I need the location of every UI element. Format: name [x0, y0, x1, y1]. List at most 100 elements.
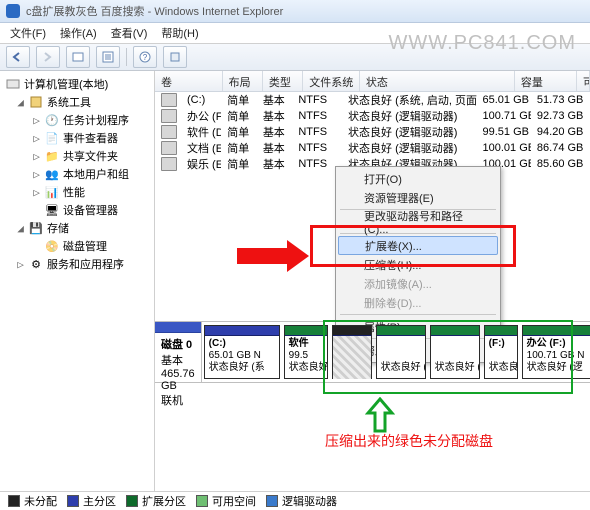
col-type[interactable]: 类型 — [263, 71, 303, 91]
col-status[interactable]: 状态 — [360, 71, 515, 91]
cell: 100.01 GB — [477, 142, 531, 154]
tree-scheduler[interactable]: ▷🕐任务计划程序 — [2, 111, 152, 129]
disk-label[interactable]: 磁盘 0 基本 465.76 GB 联机 — [155, 322, 202, 382]
cell: 92.73 GB — [531, 110, 590, 122]
help-button[interactable]: ? — [133, 46, 157, 68]
settings-button[interactable] — [163, 46, 187, 68]
cell: 简单 — [221, 156, 257, 172]
ctx-sep — [340, 314, 496, 315]
ctx-shrink[interactable]: 压缩卷(H)... — [338, 255, 498, 274]
main-pane: 卷 布局 类型 文件系统 状态 容量 可用空间 (C:)简单基本NTFS状态良好… — [155, 71, 590, 495]
col-capacity[interactable]: 容量 — [515, 71, 577, 91]
tree-services[interactable]: ▷⚙服务和应用程序 — [2, 255, 152, 273]
legend: 未分配 主分区 扩展分区 可用空间 逻辑驱动器 — [0, 491, 590, 510]
table-row[interactable]: 办公 (F:)简单基本NTFS状态良好 (逻辑驱动器)100.71 GB92.7… — [155, 108, 590, 124]
forward-button[interactable] — [36, 46, 60, 68]
volume-icon — [161, 157, 177, 171]
ctx-explore[interactable]: 资源管理器(E) — [338, 188, 498, 207]
properties-button[interactable] — [66, 46, 90, 68]
partition-f1[interactable]: (F:)状态良好 (逻 — [484, 325, 518, 379]
cell: 100.71 GB — [477, 110, 531, 122]
tree-perf[interactable]: ▷📊性能 — [2, 183, 152, 201]
tree-diskmgmt[interactable]: 📀磁盘管理 — [2, 237, 152, 255]
cell: 基本 — [257, 156, 293, 172]
partition-f2[interactable]: 办公 (F:)100.71 GB N状态良好 (逻 — [522, 325, 590, 379]
cell: 状态良好 (逻辑驱动器) — [342, 124, 476, 140]
cell: 基本 — [257, 108, 293, 124]
menu-action[interactable]: 操作(A) — [60, 25, 97, 41]
cell: 94.20 GB — [531, 126, 590, 138]
annotation-red-arrow — [235, 236, 315, 276]
cell: 86.74 GB — [531, 142, 590, 154]
cell: 简单 — [221, 140, 257, 156]
cell: 简单 — [221, 92, 257, 108]
volume-grid-header: 卷 布局 类型 文件系统 状态 容量 可用空间 — [155, 71, 590, 92]
tree-shares[interactable]: ▷📁共享文件夹 — [2, 147, 152, 165]
disk-row[interactable]: 磁盘 0 基本 465.76 GB 联机 (C:)65.01 GB N状态良好 … — [155, 321, 590, 383]
nav-tree[interactable]: 计算机管理(本地) ◢系统工具 ▷🕐任务计划程序 ▷📄事件查看器 ▷📁共享文件夹… — [0, 71, 155, 495]
tree-root[interactable]: 计算机管理(本地) — [2, 75, 152, 93]
tree-storage[interactable]: ◢💾存储 — [2, 219, 152, 237]
col-fs[interactable]: 文件系统 — [303, 71, 360, 91]
cell: 简单 — [221, 108, 257, 124]
menu-file[interactable]: 文件(F) — [10, 25, 46, 41]
volume-list[interactable]: (C:)简单基本NTFS状态良好 (系统, 启动, 页面文件, 活动, 主分区)… — [155, 92, 590, 172]
cell: 99.51 GB — [477, 126, 531, 138]
tree-systools[interactable]: ◢系统工具 — [2, 93, 152, 111]
ctx-change-letter[interactable]: 更改驱动器号和路径(C)... — [338, 212, 498, 231]
tree-eventviewer[interactable]: ▷📄事件查看器 — [2, 129, 152, 147]
volume-icon — [161, 125, 177, 139]
cell: 简单 — [221, 124, 257, 140]
ie-icon — [6, 4, 20, 18]
menu-bar: 文件(F) 操作(A) 查看(V) 帮助(H) — [0, 23, 590, 44]
cell: 51.73 GB — [531, 94, 590, 106]
col-layout[interactable]: 布局 — [223, 71, 263, 91]
col-volume[interactable]: 卷 — [155, 71, 223, 91]
cell: NTFS — [292, 94, 342, 106]
partition-e1[interactable]: 状态良好 (逻 — [376, 325, 426, 379]
table-row[interactable]: (C:)简单基本NTFS状态良好 (系统, 启动, 页面文件, 活动, 主分区)… — [155, 92, 590, 108]
cell: 文档 (E:) — [181, 140, 221, 156]
menu-view[interactable]: 查看(V) — [111, 25, 148, 41]
cell: 状态良好 (逻辑驱动器) — [342, 140, 476, 156]
title-bar: c盘扩展教灰色 百度搜索 - Windows Internet Explorer — [0, 0, 590, 23]
cell: 基本 — [257, 92, 293, 108]
ctx-open[interactable]: 打开(O) — [338, 169, 498, 188]
cell: 娱乐 (E:) — [181, 156, 221, 172]
cell: 状态良好 (系统, 启动, 页面文件, 活动, 主分区) — [342, 92, 476, 108]
table-row[interactable]: 软件 (D:)简单基本NTFS状态良好 (逻辑驱动器)99.51 GB94.20… — [155, 124, 590, 140]
partition-c[interactable]: (C:)65.01 GB N状态良好 (系 — [204, 325, 280, 379]
table-row[interactable]: 文档 (E:)简单基本NTFS状态良好 (逻辑驱动器)100.01 GB86.7… — [155, 140, 590, 156]
cell: NTFS — [292, 110, 342, 122]
cell: 基本 — [257, 124, 293, 140]
annotation-green-arrow — [365, 397, 395, 433]
partition-e2[interactable]: 状态良好 (逻 — [430, 325, 480, 379]
ctx-extend[interactable]: 扩展卷(X)... — [338, 236, 498, 255]
toolbar: ? — [0, 44, 590, 71]
cell: 85.60 GB — [531, 158, 590, 170]
cell: NTFS — [292, 142, 342, 154]
disk-graphical-pane: 磁盘 0 基本 465.76 GB 联机 (C:)65.01 GB N状态良好 … — [155, 321, 590, 383]
window-title: c盘扩展教灰色 百度搜索 - Windows Internet Explorer — [26, 3, 283, 19]
menu-help[interactable]: 帮助(H) — [161, 25, 198, 41]
volume-icon — [161, 93, 177, 107]
cell: 软件 (D:) — [181, 124, 221, 140]
back-button[interactable] — [6, 46, 30, 68]
tree-devmgr[interactable]: 🖥设备管理器 — [2, 201, 152, 219]
cell: 办公 (F:) — [181, 108, 221, 124]
volume-icon — [161, 141, 177, 155]
partition-d[interactable]: 软件99.5状态良好 (逻 — [284, 325, 328, 379]
partition-unallocated[interactable] — [332, 325, 372, 379]
ctx-mirror: 添加镜像(A)... — [338, 274, 498, 293]
col-free[interactable]: 可用空间 — [577, 71, 590, 91]
ctx-delete: 删除卷(D)... — [338, 293, 498, 312]
cell: 基本 — [257, 140, 293, 156]
cell: 状态良好 (逻辑驱动器) — [342, 108, 476, 124]
tree-users[interactable]: ▷👥本地用户和组 — [2, 165, 152, 183]
cell: 65.01 GB — [477, 94, 531, 106]
refresh-button[interactable] — [96, 46, 120, 68]
svg-text:?: ? — [143, 53, 148, 62]
volume-icon — [161, 109, 177, 123]
cell: (C:) — [181, 94, 221, 106]
cell: NTFS — [292, 126, 342, 138]
